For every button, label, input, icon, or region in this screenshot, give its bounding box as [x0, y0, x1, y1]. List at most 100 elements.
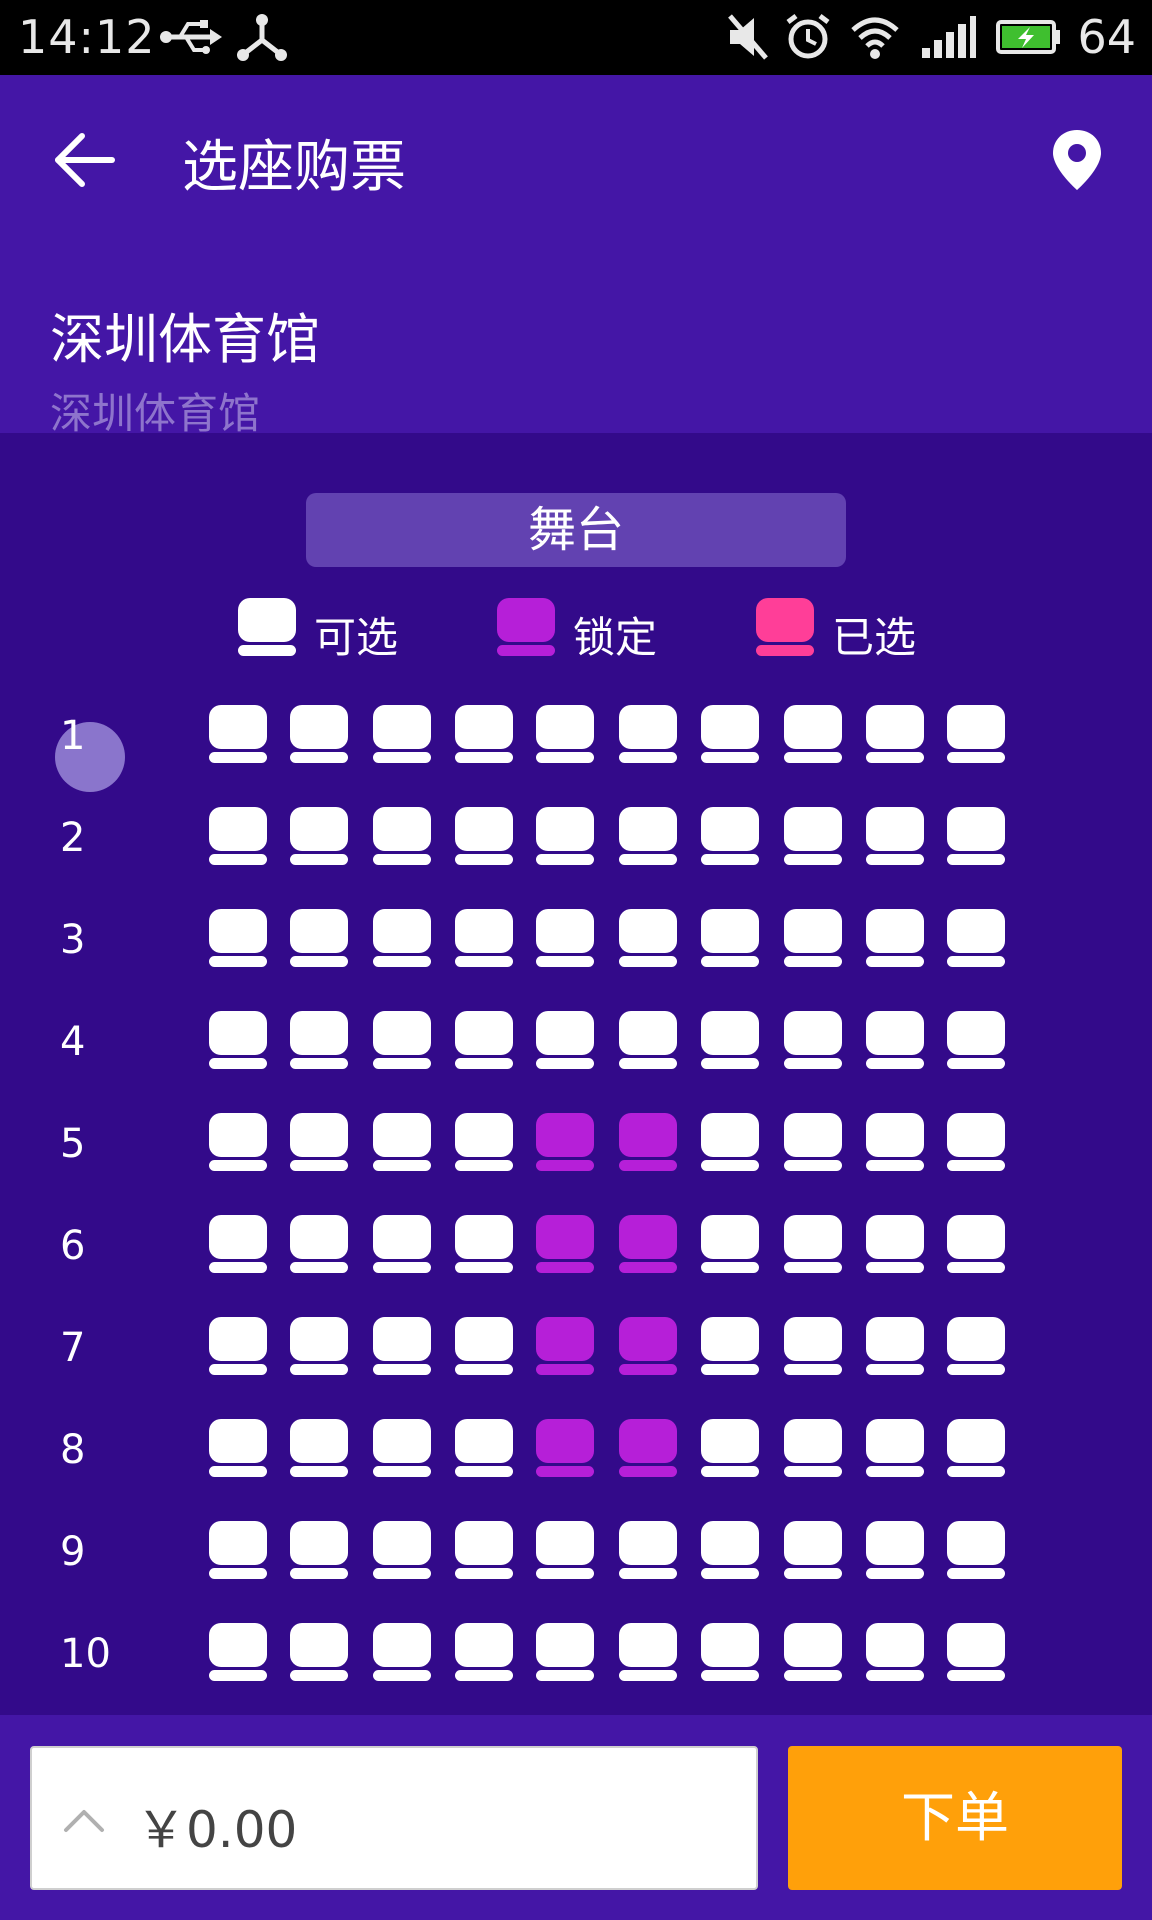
seat-available[interactable]: [866, 1113, 924, 1171]
seat-available[interactable]: [947, 1521, 1005, 1579]
seat-available[interactable]: [947, 1113, 1005, 1171]
seat-available[interactable]: [619, 1011, 677, 1069]
seat-available[interactable]: [455, 1011, 513, 1069]
signal-icon: [922, 16, 976, 58]
seat-available[interactable]: [209, 807, 267, 865]
map-pin-icon[interactable]: [1050, 128, 1104, 192]
seat-available[interactable]: [290, 1317, 348, 1375]
seat-available[interactable]: [947, 909, 1005, 967]
seat-locked-icon: [497, 598, 555, 656]
seat-available[interactable]: [373, 1317, 431, 1375]
seat-available[interactable]: [947, 705, 1005, 763]
seat-available[interactable]: [866, 705, 924, 763]
seat-available[interactable]: [866, 1011, 924, 1069]
seat-available[interactable]: [701, 1113, 759, 1171]
seat-available[interactable]: [536, 1011, 594, 1069]
seat-available[interactable]: [290, 1215, 348, 1273]
seat-available[interactable]: [701, 705, 759, 763]
seat-available[interactable]: [701, 1419, 759, 1477]
seat-available[interactable]: [701, 807, 759, 865]
seat-available[interactable]: [455, 1215, 513, 1273]
seat-available[interactable]: [373, 909, 431, 967]
seat-available[interactable]: [866, 909, 924, 967]
seat-available[interactable]: [536, 1521, 594, 1579]
seat-available[interactable]: [290, 1419, 348, 1477]
seat-available[interactable]: [455, 909, 513, 967]
seat-available[interactable]: [536, 1623, 594, 1681]
seat-available[interactable]: [701, 909, 759, 967]
seat-available[interactable]: [209, 1011, 267, 1069]
seat-available[interactable]: [455, 1419, 513, 1477]
seat-available[interactable]: [866, 1623, 924, 1681]
order-button[interactable]: 下单: [788, 1746, 1122, 1890]
seat-available[interactable]: [701, 1317, 759, 1375]
seat-available[interactable]: [784, 1011, 842, 1069]
seat-available[interactable]: [209, 1623, 267, 1681]
seat-available[interactable]: [619, 705, 677, 763]
seat-available[interactable]: [290, 807, 348, 865]
seat-available[interactable]: [290, 1113, 348, 1171]
seat-available[interactable]: [455, 705, 513, 763]
seat-available[interactable]: [947, 1623, 1005, 1681]
seat-available[interactable]: [619, 1521, 677, 1579]
seat-available[interactable]: [784, 1113, 842, 1171]
seat-available[interactable]: [373, 807, 431, 865]
seat-available[interactable]: [619, 909, 677, 967]
seat-available[interactable]: [536, 807, 594, 865]
seat-available[interactable]: [866, 1215, 924, 1273]
seat-available[interactable]: [209, 1113, 267, 1171]
seat-available[interactable]: [373, 1215, 431, 1273]
seat-available[interactable]: [290, 1521, 348, 1579]
seat-available[interactable]: [209, 1419, 267, 1477]
seat-available[interactable]: [536, 705, 594, 763]
seat-available[interactable]: [701, 1623, 759, 1681]
seat-available[interactable]: [455, 807, 513, 865]
seat-available[interactable]: [784, 1317, 842, 1375]
seat-available[interactable]: [209, 705, 267, 763]
price-summary[interactable]: ￥0.00: [30, 1746, 758, 1890]
seat-available[interactable]: [701, 1011, 759, 1069]
seat-available[interactable]: [455, 1113, 513, 1171]
seat-available[interactable]: [455, 1521, 513, 1579]
seat-available[interactable]: [784, 807, 842, 865]
seat-available[interactable]: [373, 1011, 431, 1069]
seat-available-icon: [238, 598, 296, 656]
seat-available[interactable]: [455, 1623, 513, 1681]
seat-available[interactable]: [947, 1011, 1005, 1069]
seat-available[interactable]: [290, 705, 348, 763]
seat-available[interactable]: [866, 1521, 924, 1579]
seat-available[interactable]: [373, 1113, 431, 1171]
seat-available[interactable]: [947, 1317, 1005, 1375]
seat-available[interactable]: [373, 705, 431, 763]
seat-available[interactable]: [536, 909, 594, 967]
seat-available[interactable]: [373, 1623, 431, 1681]
seat-available[interactable]: [619, 1623, 677, 1681]
seat-available[interactable]: [784, 909, 842, 967]
seat-available[interactable]: [701, 1215, 759, 1273]
seat-available[interactable]: [866, 807, 924, 865]
seat-available[interactable]: [947, 1419, 1005, 1477]
seat-available[interactable]: [701, 1521, 759, 1579]
arrow-left-icon[interactable]: [50, 125, 120, 195]
seat-available[interactable]: [947, 1215, 1005, 1273]
seat-available[interactable]: [209, 1521, 267, 1579]
seat-available[interactable]: [373, 1521, 431, 1579]
seat-available[interactable]: [947, 807, 1005, 865]
seat-available[interactable]: [784, 1419, 842, 1477]
seat-available[interactable]: [209, 909, 267, 967]
seat-available[interactable]: [784, 1623, 842, 1681]
seat-available[interactable]: [619, 807, 677, 865]
seat-available[interactable]: [866, 1419, 924, 1477]
seat-available[interactable]: [455, 1317, 513, 1375]
chevron-up-icon[interactable]: [62, 1798, 106, 1842]
seat-available[interactable]: [209, 1317, 267, 1375]
seat-available[interactable]: [290, 1011, 348, 1069]
seat-available[interactable]: [784, 1215, 842, 1273]
seat-available[interactable]: [866, 1317, 924, 1375]
seat-available[interactable]: [373, 1419, 431, 1477]
seat-available[interactable]: [290, 1623, 348, 1681]
seat-available[interactable]: [290, 909, 348, 967]
seat-available[interactable]: [784, 1521, 842, 1579]
seat-available[interactable]: [784, 705, 842, 763]
seat-available[interactable]: [209, 1215, 267, 1273]
